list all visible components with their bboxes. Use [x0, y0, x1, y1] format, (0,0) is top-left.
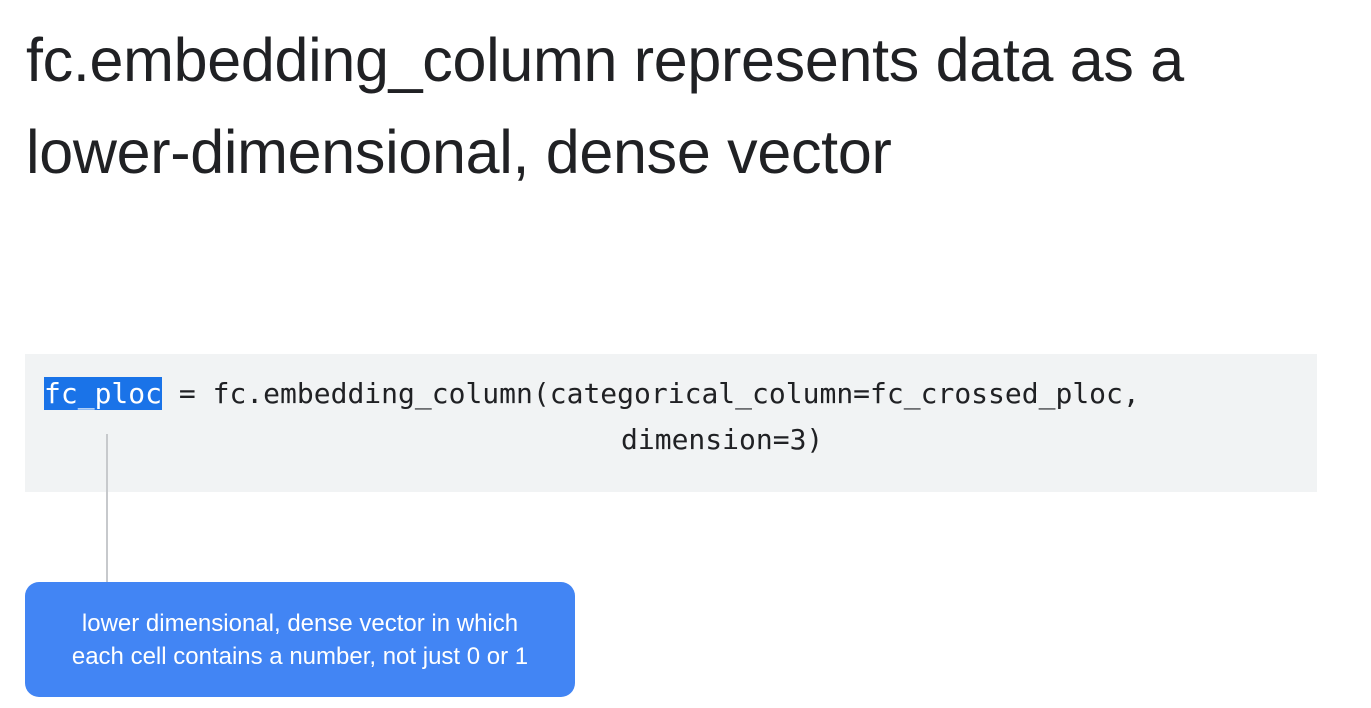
- callout-text: lower dimensional, dense vector in which…: [54, 607, 546, 673]
- callout-text-line-2: each cell contains a number, not just 0 …: [71, 642, 529, 670]
- slide-title-line-2: lower-dimensional, dense vector: [26, 118, 892, 186]
- code-line-1: fc_ploc = fc.embedding_column(categorica…: [44, 374, 1140, 414]
- callout-text-line-1: lower dimensional, dense vector in which: [81, 609, 519, 637]
- code-line-2: dimension=3): [621, 423, 824, 456]
- callout-connector-line: [106, 434, 108, 582]
- highlighted-variable[interactable]: fc_ploc: [44, 377, 163, 410]
- slide-title: fc.embedding_column represents data as a…: [26, 14, 1346, 198]
- slide-title-line-1: fc.embedding_column represents data as a: [26, 26, 1184, 94]
- code-block: fc_ploc = fc.embedding_column(categorica…: [25, 354, 1317, 492]
- code-line-1-rest: = fc.embedding_column(categorical_column…: [162, 377, 1140, 410]
- callout-box: lower dimensional, dense vector in which…: [25, 582, 575, 697]
